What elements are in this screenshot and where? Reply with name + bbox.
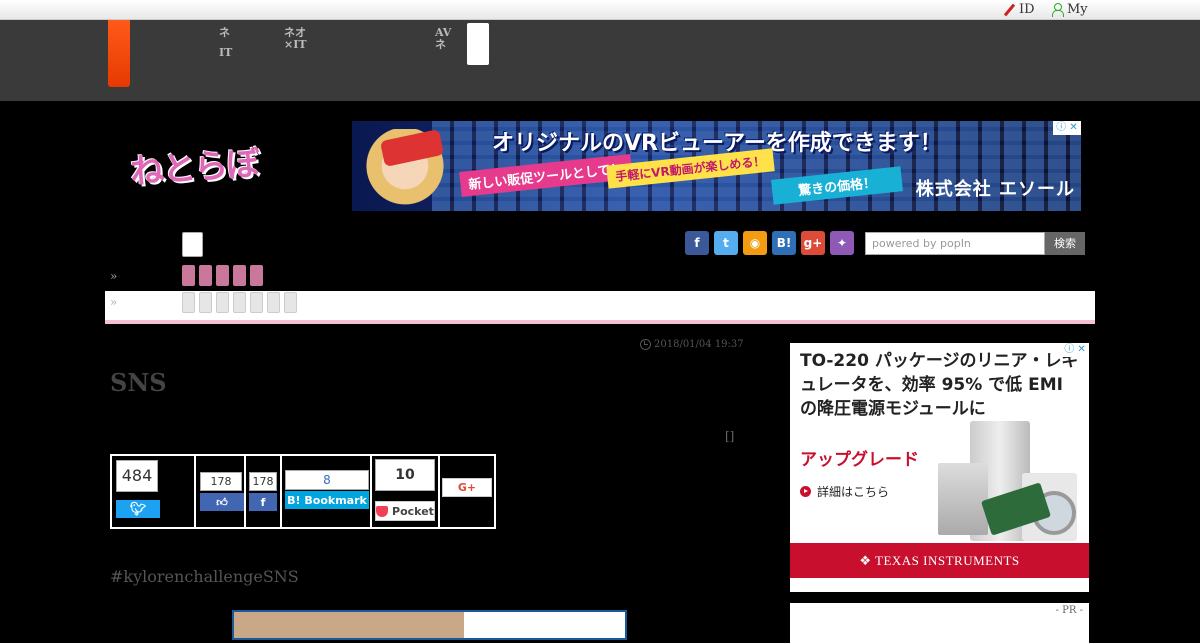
breadcrumb-item[interactable] — [267, 292, 280, 313]
nav-item-1-line2: IT — [219, 46, 233, 59]
pocket-label: Pocket — [392, 504, 434, 518]
pencil-icon — [1003, 4, 1015, 16]
publish-date: 2018/01/04 19:37 — [640, 339, 744, 350]
gplus-share-cell: G+ — [440, 456, 494, 527]
breadcrumb-arrow-1: » — [110, 269, 118, 283]
vr-ad-company: 株式会社 エソール — [915, 179, 1075, 200]
ti-ad-more-label: 詳細はこちら — [817, 485, 890, 499]
pr-section: - PR - — [790, 603, 1089, 643]
thumbs-up-icon: 👍︎ — [216, 495, 228, 509]
nav-item-2[interactable]: ネオ ×IT — [284, 27, 307, 51]
ti-brand-name: TEXAS INSTRUMENTS — [875, 553, 1020, 568]
breadcrumb-item[interactable] — [250, 292, 263, 313]
like-share-cell: 178 👍︎ — [196, 456, 246, 527]
breadcrumb-item[interactable] — [199, 292, 212, 313]
like-count: 178 — [200, 472, 242, 491]
category-tag[interactable] — [216, 265, 229, 286]
my-page-link[interactable]: My — [1051, 2, 1088, 17]
id-link-label: ID — [1019, 2, 1035, 17]
nav-item-2-line2: ×IT — [284, 38, 307, 51]
my-page-link-label: My — [1067, 2, 1088, 17]
site-logo[interactable]: ねとらぼ — [128, 136, 259, 194]
subnav-toggle-box[interactable] — [182, 232, 203, 257]
ti-ad-headline: TO-220 パッケージのリニア・レギュレータを、効率 95% で低 EMI の… — [800, 351, 1079, 419]
google-plus-button[interactable]: G+ — [442, 478, 492, 497]
facebook-like-button[interactable]: 👍︎ — [200, 493, 244, 511]
twitter-bird-icon: 🐦︎ — [129, 501, 147, 517]
nav-search-box[interactable] — [467, 23, 489, 65]
vr-viewer-banner-ad[interactable]: オリジナルのVRビューアーを作成できます！ 新しい販促ツールとして！ 手軽にVR… — [352, 121, 1081, 211]
byline-bracket: [] — [725, 429, 735, 443]
category-tag[interactable] — [233, 265, 246, 286]
breadcrumb-arrow-2: » — [110, 295, 118, 309]
id-link[interactable]: ID — [1003, 2, 1035, 17]
hatena-bookmark-button[interactable]: B! Bookmark — [285, 491, 369, 509]
breadcrumb-items — [182, 292, 297, 313]
category-tag-row — [182, 265, 263, 286]
ad-choices-close-icon[interactable]: ⓘ ✕ — [1061, 343, 1089, 357]
ad-choices-close-icon[interactable]: ⓘ ✕ — [1053, 121, 1081, 135]
pocket-icon — [376, 505, 389, 517]
ti-brand-footer: ❖ TEXAS INSTRUMENTS — [790, 543, 1089, 578]
share-buttons: 484 🐦︎ 178 👍︎ 178 f 8 B! Bookmark 10 Poc… — [110, 454, 496, 529]
stove-image — [938, 463, 988, 535]
breadcrumb-item[interactable] — [182, 292, 195, 313]
hatena-bookmark-icon[interactable]: B! — [772, 231, 796, 255]
utility-bar: ID My — [0, 0, 1200, 20]
mascot-cat-icon[interactable]: ✦ — [830, 231, 854, 255]
site-nav-bar: ネ IT ネオ ×IT AV ネ — [0, 20, 1200, 101]
facebook-share-icon[interactable]: f — [685, 231, 709, 255]
hatena-bookmark-count: 8 — [285, 470, 369, 490]
nav-item-1-line1: ネ — [219, 26, 230, 39]
embedded-post-photo — [234, 612, 464, 638]
pocket-share-cell: 10 Pocket — [372, 456, 440, 527]
category-tag[interactable] — [182, 265, 195, 286]
play-circle-icon — [800, 486, 811, 497]
embedded-instagram-post[interactable] — [232, 610, 627, 640]
clock-icon — [640, 339, 651, 350]
publish-date-text: 2018/01/04 19:37 — [654, 339, 744, 350]
pocket-count: 10 — [375, 459, 435, 491]
rss-icon[interactable]: ◉ — [743, 231, 767, 255]
breadcrumb-item[interactable] — [216, 292, 229, 313]
facebook-share-count: 178 — [249, 472, 277, 491]
breadcrumb-item[interactable] — [284, 292, 297, 313]
ti-ad-more-link[interactable]: 詳細はこちら — [800, 483, 889, 500]
hatena-share-cell: 8 B! Bookmark — [282, 456, 372, 527]
nav-item-3-line2: ネ — [435, 38, 446, 51]
site-search-input[interactable]: powered by popIn — [865, 232, 1045, 255]
article-title: SNS — [110, 368, 167, 397]
breadcrumb-item[interactable] — [233, 292, 246, 313]
facebook-icon: f — [260, 495, 266, 509]
search-button[interactable]: 検索 — [1045, 232, 1085, 255]
twitter-share-icon[interactable]: t — [714, 231, 738, 255]
pocket-button[interactable]: Pocket — [375, 501, 435, 521]
tweet-count: 484 — [116, 460, 158, 492]
user-icon — [1051, 3, 1064, 17]
texas-instruments-ad[interactable]: TO-220 パッケージのリニア・レギュレータを、効率 95% で低 EMI の… — [790, 343, 1089, 592]
tweet-button[interactable]: 🐦︎ — [116, 500, 160, 518]
nav-item-3[interactable]: AV ネ — [435, 27, 451, 51]
category-tag[interactable] — [250, 265, 263, 286]
social-icon-row: f t ◉ B! g+ ✦ — [685, 231, 854, 255]
fb-share-cell: 178 f — [246, 456, 282, 527]
google-plus-icon[interactable]: g+ — [801, 231, 825, 255]
facebook-share-button[interactable]: f — [249, 493, 277, 511]
tweet-share-cell: 484 🐦︎ — [112, 456, 196, 527]
ti-ad-upgrade: アップグレード — [800, 450, 919, 470]
itmedia-brand-tab[interactable] — [108, 20, 130, 87]
article-hashtag: #kylorenchallengeSNS — [110, 567, 299, 586]
ti-logo-icon: ❖ — [859, 553, 875, 568]
vr-ad-headline: オリジナルのVRビューアーを作成できます！ — [492, 131, 942, 156]
nav-item-1[interactable]: ネ IT — [219, 27, 232, 59]
category-tag[interactable] — [199, 265, 212, 286]
pr-label: - PR - — [1055, 605, 1083, 616]
